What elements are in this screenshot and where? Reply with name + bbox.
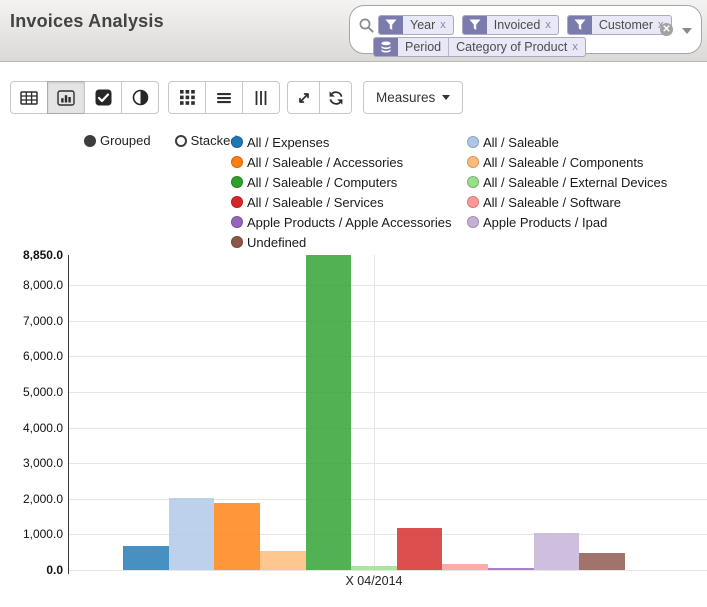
- gridline: [68, 321, 707, 322]
- bar[interactable]: [397, 528, 443, 570]
- y-axis-tick-label: 2,000.0: [3, 492, 63, 506]
- x-axis-tick-label: X 04/2014: [314, 574, 434, 588]
- y-axis-tick-label: 6,000.0: [3, 349, 63, 363]
- bar[interactable]: [306, 255, 352, 570]
- bar[interactable]: [488, 568, 534, 570]
- gridline: [68, 428, 707, 429]
- y-axis-tick-label: 1,000.0: [3, 527, 63, 541]
- y-axis-tick-label: 3,000.0: [3, 456, 63, 470]
- y-axis-line: [68, 255, 69, 574]
- gridline: [68, 534, 707, 535]
- bar[interactable]: [260, 551, 306, 570]
- bar[interactable]: [123, 546, 169, 570]
- bar[interactable]: [351, 566, 397, 570]
- x-tick-gridline: [374, 255, 375, 570]
- y-axis-tick-label: 8,000.0: [3, 278, 63, 292]
- y-axis-tick-label: 8,850.0: [3, 248, 63, 262]
- bar[interactable]: [579, 553, 625, 570]
- bar[interactable]: [214, 503, 260, 570]
- gridline: [68, 570, 707, 571]
- gridline: [68, 356, 707, 357]
- invoices-analysis-page: Invoices Analysis YearxInvoicedxCustomer…: [0, 0, 707, 607]
- bar[interactable]: [442, 564, 488, 570]
- gridline: [68, 463, 707, 464]
- bar[interactable]: [169, 498, 215, 570]
- bar-chart: X 04/2014 0.0 1,000.0 2,000.0 3,000.0 4,000.…: [0, 0, 707, 607]
- y-axis-tick-label: 5,000.0: [3, 385, 63, 399]
- gridline: [68, 499, 707, 500]
- gridline: [68, 285, 707, 286]
- gridline: [68, 392, 707, 393]
- bar[interactable]: [534, 533, 580, 570]
- y-axis-tick-label: 4,000.0: [3, 421, 63, 435]
- y-axis-tick-label: 0.0: [3, 563, 63, 577]
- y-axis-tick-label: 7,000.0: [3, 314, 63, 328]
